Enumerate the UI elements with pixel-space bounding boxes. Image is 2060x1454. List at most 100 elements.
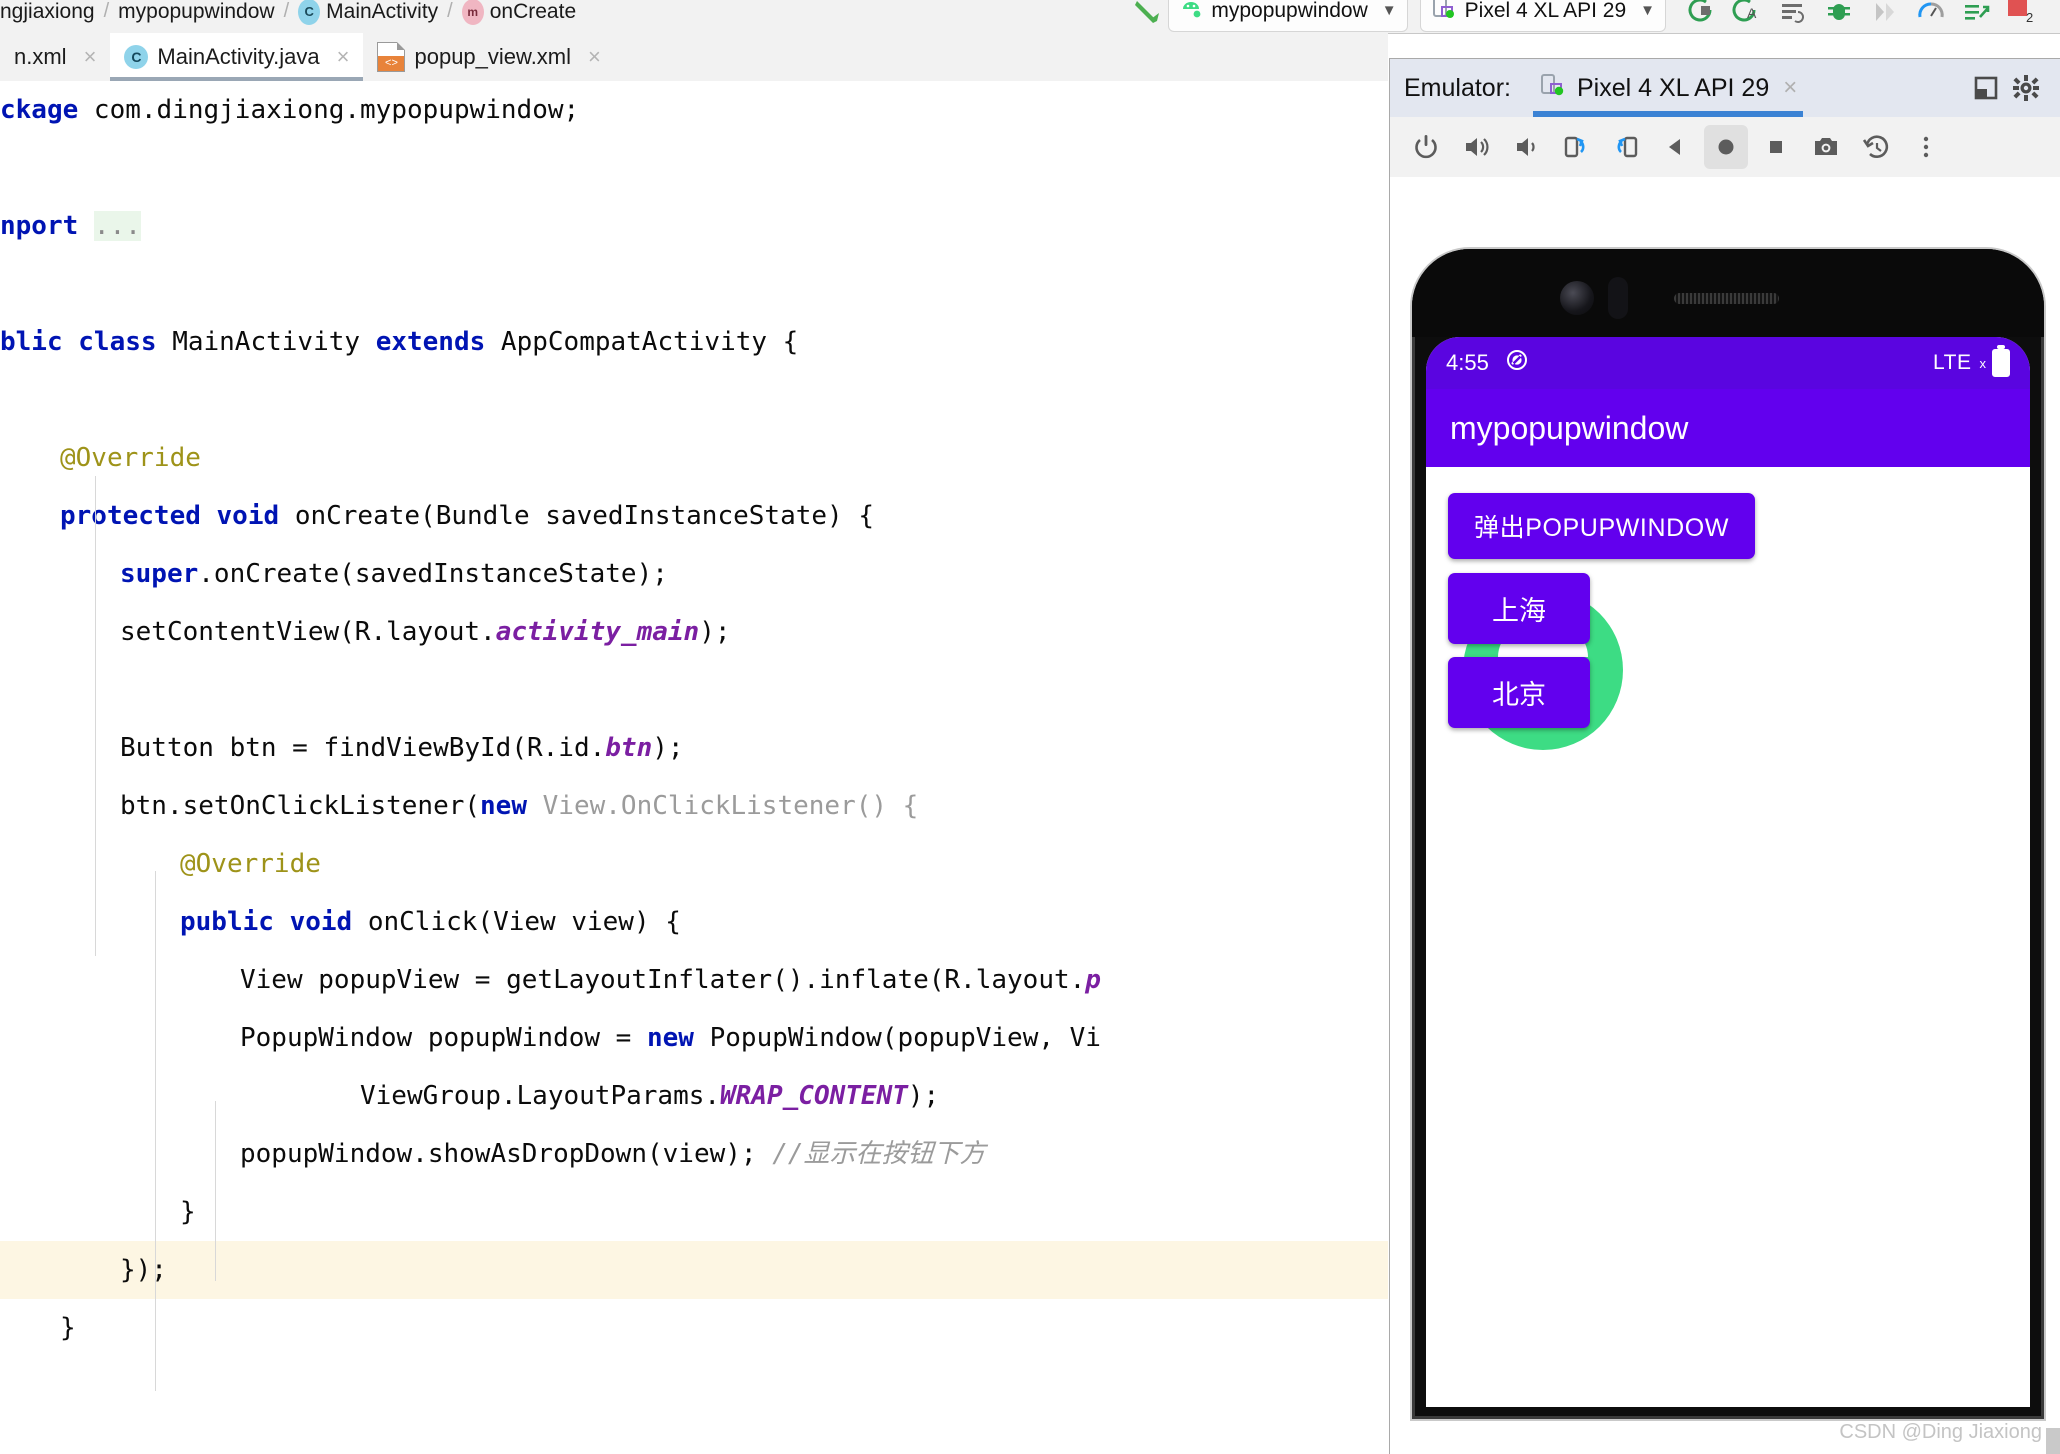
- emulator-tab-label: Pixel 4 XL API 29: [1576, 73, 1770, 102]
- popup-item-shanghai[interactable]: 上海: [1448, 573, 1590, 644]
- breadcrumb-label: MainActivity: [326, 0, 439, 23]
- code-line-content: btn.setOnClickListener(new View.OnClickL…: [0, 791, 918, 821]
- run-configuration-label: mypopupwindow: [1211, 0, 1368, 22]
- breadcrumb-item-method[interactable]: m onCreate: [461, 0, 576, 25]
- code-line[interactable]: Button btn = findViewById(R.id.btn);: [0, 719, 1388, 777]
- code-line[interactable]: });: [0, 1241, 1388, 1299]
- code-line[interactable]: protected void onCreate(Bundle savedInst…: [0, 487, 1388, 545]
- breadcrumb-item-package[interactable]: ngjiaxiong: [0, 0, 95, 24]
- code-line[interactable]: [0, 661, 1388, 719]
- code-token: });: [120, 1255, 167, 1285]
- emulator-device-tab[interactable]: Pixel 4 XL API 29 ×: [1532, 59, 1804, 117]
- code-line[interactable]: public void onClick(View view) {: [0, 893, 1388, 951]
- code-token: @Override: [60, 443, 201, 473]
- code-line[interactable]: @Override: [0, 835, 1388, 893]
- overview-icon[interactable]: [1754, 125, 1798, 169]
- code-token: );: [699, 617, 731, 647]
- device-label: Pixel 4 XL API 29: [1464, 0, 1627, 22]
- emulator-toolbar: [1390, 117, 2060, 178]
- code-line[interactable]: @Override: [0, 429, 1388, 487]
- code-line-content: popupWindow.showAsDropDown(view); //显示在按…: [0, 1139, 986, 1169]
- code-token: super: [120, 559, 199, 589]
- volume-up-icon[interactable]: [1454, 125, 1498, 169]
- android-icon: [1179, 0, 1203, 25]
- code-line[interactable]: [0, 255, 1388, 313]
- home-icon[interactable]: [1704, 125, 1748, 169]
- code-line[interactable]: [0, 139, 1388, 197]
- code-line[interactable]: blic class MainActivity extends AppCompa…: [0, 313, 1388, 371]
- device-notch: [1412, 249, 2044, 337]
- close-icon[interactable]: ×: [588, 44, 601, 70]
- code-line[interactable]: super.onCreate(savedInstanceState);: [0, 545, 1388, 603]
- code-line[interactable]: [0, 371, 1388, 429]
- code-token: btn: [605, 733, 653, 763]
- more-icon[interactable]: [1904, 125, 1948, 169]
- toolbar-right-group: mypopupwindow ▼ Pixel 4 XL API 29 ▼ A 2: [1128, 0, 2060, 32]
- code-line[interactable]: setContentView(R.layout.activity_main);: [0, 603, 1388, 661]
- popup-item-beijing[interactable]: 北京: [1448, 657, 1590, 728]
- code-line[interactable]: View popupView = getLayoutInflater().inf…: [0, 951, 1388, 1009]
- screenshot-root: ngjiaxiong / mypopupwindow / C MainActiv…: [0, 0, 2060, 1454]
- code-line-content: ViewGroup.LayoutParams.WRAP_CONTENT);: [0, 1081, 939, 1111]
- problems-icon[interactable]: 2: [2000, 0, 2046, 27]
- debug-icon[interactable]: [1816, 0, 1862, 27]
- code-line[interactable]: }: [0, 1183, 1388, 1241]
- close-icon[interactable]: ×: [84, 44, 97, 70]
- breadcrumb-item-module[interactable]: mypopupwindow: [118, 0, 274, 24]
- code-token: com.dingjiaxiong.mypopupwindow;: [93, 95, 580, 125]
- code-token: setContentView(R.layout.: [120, 617, 496, 647]
- back-icon[interactable]: [1654, 125, 1698, 169]
- popup-trigger-button[interactable]: 弹出POPUPWINDOW: [1448, 493, 1756, 559]
- device-icon: [1431, 0, 1457, 26]
- breadcrumb-label: ngjiaxiong: [0, 0, 95, 23]
- profile-icon[interactable]: [1770, 0, 1816, 27]
- run-configuration-selector[interactable]: mypopupwindow ▼: [1168, 0, 1408, 32]
- app-title: mypopupwindow: [1450, 409, 1689, 446]
- chevron-down-icon[interactable]: ▼: [1382, 2, 1397, 19]
- step-icon[interactable]: [1862, 0, 1908, 27]
- emulator-tool-window: Emulator: Pixel 4 XL API 29 × 4:55 LTE x…: [1389, 58, 2060, 1454]
- history-icon[interactable]: [1854, 125, 1898, 169]
- code-line[interactable]: ViewGroup.LayoutParams.WRAP_CONTENT);: [0, 1067, 1388, 1125]
- code-line[interactable]: popupWindow.showAsDropDown(view); //显示在按…: [0, 1125, 1388, 1183]
- code-token: ckage: [0, 95, 94, 125]
- chevron-down-icon[interactable]: ▼: [1640, 2, 1655, 19]
- screenshot-icon[interactable]: [1804, 125, 1848, 169]
- code-line[interactable]: }: [0, 1299, 1388, 1357]
- device-selector[interactable]: Pixel 4 XL API 29 ▼: [1419, 0, 1666, 32]
- code-line[interactable]: btn.setOnClickListener(new View.OnClickL…: [0, 777, 1388, 835]
- network-type-label: LTE: [1933, 351, 1972, 374]
- rotate-right-icon[interactable]: [1604, 125, 1648, 169]
- run-with-coverage-icon[interactable]: A: [1724, 0, 1770, 27]
- rotate-left-icon[interactable]: [1554, 125, 1598, 169]
- power-icon[interactable]: [1404, 125, 1448, 169]
- run-icon[interactable]: [1678, 0, 1724, 27]
- popup-trigger-label: 弹出POPUPWINDOW: [1474, 514, 1730, 542]
- watermark-text: CSDN @Ding Jiaxiong: [1839, 1421, 2042, 1443]
- tab-n-xml[interactable]: n.xml ×: [0, 33, 110, 81]
- memory-icon[interactable]: [1908, 0, 1954, 27]
- minimize-window-icon[interactable]: [1966, 68, 2006, 108]
- code-line[interactable]: nport ...: [0, 197, 1388, 255]
- code-editor[interactable]: ckage com.dingjiaxiong.mypopupwindow; npo…: [0, 81, 1388, 1454]
- java-class-icon: C: [124, 45, 149, 69]
- tab-mainactivity-java[interactable]: C MainActivity.java ×: [110, 33, 364, 81]
- attach-debugger-icon[interactable]: [1954, 0, 2000, 27]
- close-icon[interactable]: ×: [1783, 74, 1797, 102]
- tab-popup-view-xml[interactable]: <> popup_view.xml ×: [363, 33, 614, 81]
- code-line[interactable]: ckage com.dingjiaxiong.mypopupwindow;: [0, 81, 1388, 139]
- breadcrumb-item-class[interactable]: C MainActivity: [298, 0, 438, 25]
- code-token: activity_main: [495, 617, 700, 647]
- proximity-sensor-icon: [1608, 277, 1628, 319]
- code-token: p: [1085, 965, 1101, 995]
- device-screen[interactable]: 4:55 LTE x mypopupwindow 弹出POPUPWINDOW 上…: [1426, 337, 2030, 1407]
- code-token: View popupView = getLayoutInflater().inf…: [240, 965, 1086, 995]
- code-line[interactable]: PopupWindow popupWindow = new PopupWindo…: [0, 1009, 1388, 1067]
- gear-icon[interactable]: [2006, 68, 2046, 108]
- close-icon[interactable]: ×: [337, 44, 350, 70]
- volume-down-icon[interactable]: [1504, 125, 1548, 169]
- popup-item-label: 北京: [1492, 680, 1546, 710]
- scrollbar-nub[interactable]: [2046, 1428, 2060, 1454]
- emulator-header: Emulator: Pixel 4 XL API 29 ×: [1390, 59, 2060, 117]
- app-action-bar: mypopupwindow: [1426, 389, 2030, 467]
